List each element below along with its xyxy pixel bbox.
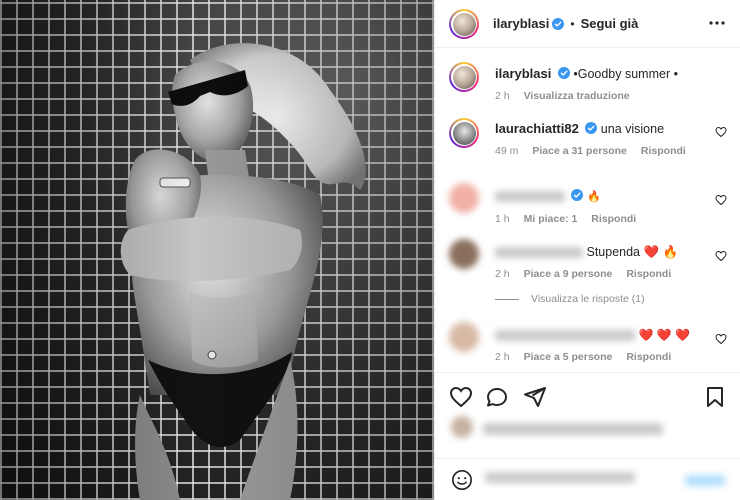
post-view: ilaryblasi • Segui già ilaryblasi •Goodb…: [0, 0, 740, 500]
verified-badge-icon: [552, 17, 565, 30]
author-avatar[interactable]: [449, 9, 479, 39]
reply-link[interactable]: Rispondi: [641, 145, 686, 157]
bookmark-icon[interactable]: [703, 385, 727, 409]
emoji-icon[interactable]: [451, 469, 473, 491]
reply-link[interactable]: Rispondi: [626, 268, 671, 280]
comment-avatar[interactable]: [449, 183, 479, 213]
comment-text: 🔥: [586, 191, 601, 203]
likes-avatar[interactable]: [451, 416, 473, 438]
comment-text: ❤️ ❤️ ❤️: [638, 328, 690, 342]
caption-row: ilaryblasi •Goodby summer • 2 h Visualiz…: [435, 60, 740, 106]
comment-likes[interactable]: Piace a 31 persone: [532, 145, 627, 157]
reply-link[interactable]: Rispondi: [626, 351, 671, 363]
comment-likes[interactable]: Piace a 5 persone: [524, 351, 613, 363]
caption-username[interactable]: ilaryblasi: [495, 66, 551, 81]
more-horizontal-icon[interactable]: [709, 20, 725, 26]
post-actions: [435, 372, 740, 418]
replies-line: [495, 298, 519, 300]
comment-avatar[interactable]: [449, 118, 479, 148]
comment-time: 49 m: [495, 145, 519, 157]
verified-badge-icon: [571, 189, 584, 201]
comment-icon[interactable]: [485, 385, 509, 409]
post-photo[interactable]: [0, 0, 434, 500]
heart-icon[interactable]: [449, 385, 473, 409]
comment-username[interactable]: laurachiatti82: [495, 121, 579, 136]
comment-likes[interactable]: Mi piace: 1: [524, 213, 578, 225]
heart-icon[interactable]: [715, 333, 727, 345]
comment-avatar[interactable]: [449, 239, 479, 269]
add-comment-bar: [435, 458, 740, 500]
translate-link[interactable]: Visualizza traduzione: [524, 90, 630, 102]
comment-time: 2 h: [495, 268, 510, 280]
comment-text: una visione: [600, 122, 665, 136]
verified-badge-icon: [557, 67, 570, 79]
heart-icon[interactable]: [715, 250, 727, 262]
comment-row: 🔥 1 h Mi piace: 1 Rispondi: [435, 183, 740, 229]
follow-button[interactable]: Segui già: [581, 16, 639, 31]
heart-icon[interactable]: [715, 126, 727, 138]
verified-badge-icon: [585, 122, 598, 134]
comment-row: laurachiatti82 una visione 49 m Piace a …: [435, 116, 740, 162]
caption-time: 2 h: [495, 90, 510, 102]
comment-text: Stupenda ❤️ 🔥: [586, 245, 679, 259]
post-panel: ilaryblasi • Segui già ilaryblasi •Goodb…: [434, 0, 740, 500]
photo-shade: [0, 0, 434, 500]
likes-summary[interactable]: [483, 421, 663, 435]
comment-username[interactable]: [495, 191, 565, 203]
caption-avatar[interactable]: [449, 62, 479, 92]
publish-button[interactable]: [685, 473, 725, 487]
author-username[interactable]: ilaryblasi: [493, 16, 549, 31]
view-replies-label[interactable]: Visualizza le risposte (1): [531, 293, 645, 305]
share-icon[interactable]: [523, 385, 547, 409]
comment-row: Stupenda ❤️ 🔥 2 h Piace a 9 persone Risp…: [435, 239, 740, 285]
likes-text: [483, 422, 663, 435]
comment-time: 2 h: [495, 351, 510, 363]
header-separator: •: [570, 16, 575, 31]
comment-username[interactable]: [495, 247, 583, 259]
heart-icon[interactable]: [715, 194, 727, 206]
reply-link[interactable]: Rispondi: [591, 213, 636, 225]
view-replies[interactable]: Visualizza le risposte (1): [495, 293, 645, 305]
comment-username[interactable]: [495, 330, 635, 342]
comment-likes[interactable]: Piace a 9 persone: [524, 268, 613, 280]
comment-avatar[interactable]: [449, 322, 479, 352]
caption-text: •Goodby summer •: [573, 67, 678, 81]
comment-input[interactable]: [485, 470, 685, 488]
comment-time: 1 h: [495, 213, 510, 225]
comment-row: ❤️ ❤️ ❤️ 2 h Piace a 5 persone Rispondi: [435, 322, 740, 368]
post-header: ilaryblasi • Segui già: [435, 0, 740, 48]
